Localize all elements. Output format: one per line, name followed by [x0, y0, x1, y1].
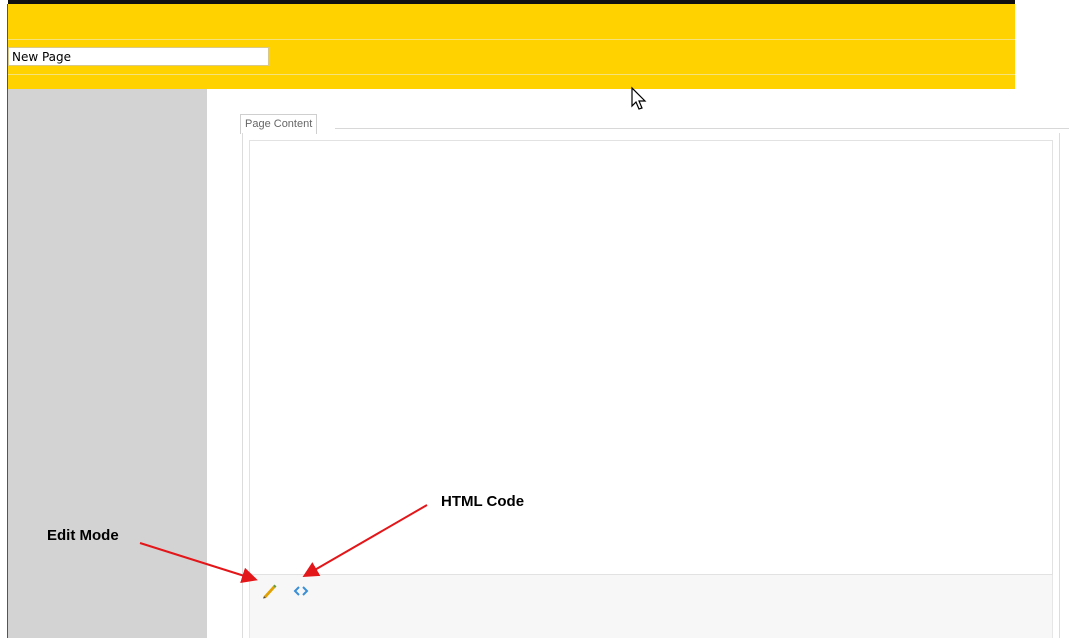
header-divider: [8, 39, 1015, 40]
mouse-cursor-icon: [631, 86, 647, 110]
header-divider: [8, 74, 1015, 75]
html-code-button[interactable]: [292, 583, 310, 599]
editor-toolbar: [249, 575, 1053, 638]
tab-strip-divider: [335, 128, 1069, 129]
html-code-annotation: HTML Code: [441, 493, 525, 510]
editor-content-area[interactable]: [249, 140, 1053, 575]
page-title-input[interactable]: [8, 47, 269, 66]
edit-mode-annotation: Edit Mode: [47, 527, 119, 544]
header-bar: [8, 0, 1015, 89]
pencil-icon: [263, 584, 277, 599]
edit-mode-button[interactable]: [260, 583, 278, 599]
code-icon: [293, 586, 309, 596]
tab-page-content[interactable]: Page Content: [240, 114, 318, 134]
window-edge: [0, 0, 7, 638]
sidebar: [8, 89, 207, 638]
